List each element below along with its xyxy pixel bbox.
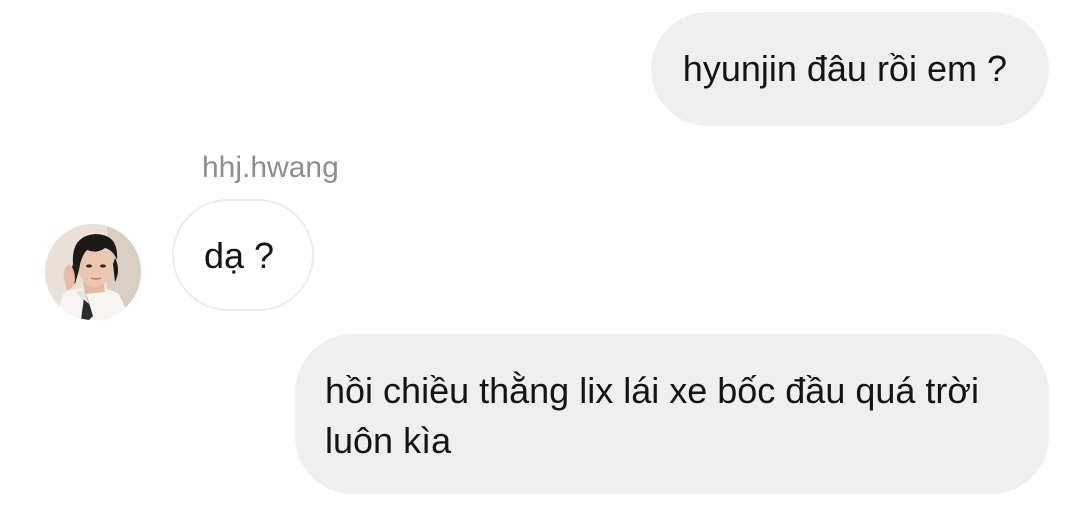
outgoing-message-bubble[interactable]: hồi chiều thằng lix lái xe bốc đầu quá t…: [295, 334, 1049, 494]
sender-name: hhj.hwang: [202, 151, 339, 184]
message-text: hồi chiều thằng lix lái xe bốc đầu quá t…: [325, 370, 980, 461]
avatar[interactable]: [45, 224, 141, 320]
message-text: dạ ?: [204, 235, 275, 276]
outgoing-message-bubble[interactable]: hyunjin đâu rồi em ?: [650, 12, 1049, 126]
incoming-message-bubble[interactable]: dạ ?: [172, 199, 314, 311]
message-text: hyunjin đâu rồi em ?: [682, 48, 1007, 89]
profile-photo-icon: [45, 224, 141, 320]
